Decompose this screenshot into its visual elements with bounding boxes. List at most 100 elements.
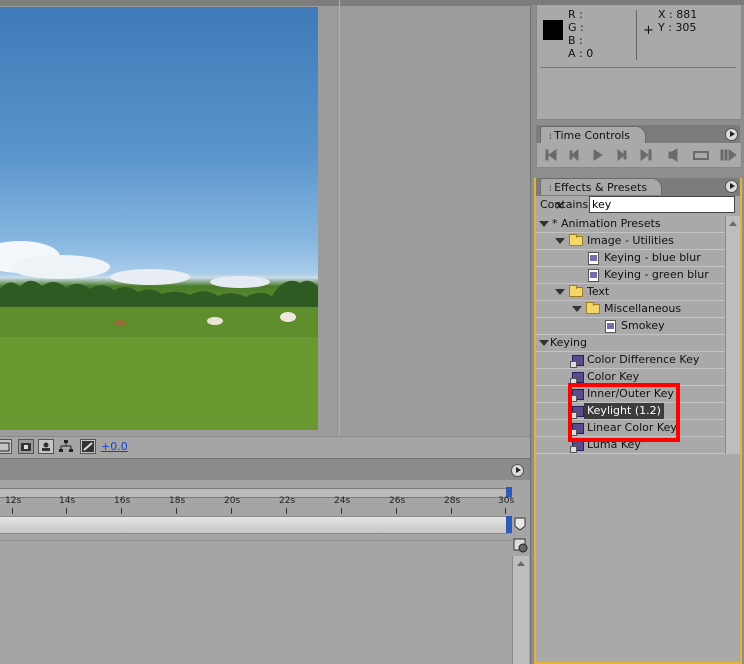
info-divider-horizontal: [540, 67, 736, 68]
first-frame-button[interactable]: [545, 149, 557, 161]
tick-mark: [12, 508, 13, 514]
preset-file-icon: [605, 320, 616, 333]
flowchart-button[interactable]: [58, 439, 74, 454]
info-panel-top: [530, 0, 744, 5]
time-controls-menu-icon[interactable]: [725, 128, 738, 141]
work-area-bar[interactable]: [0, 516, 511, 534]
tree-row[interactable]: Color Difference Key: [536, 352, 725, 369]
tick-mark: [396, 508, 397, 514]
preset-file-icon: [588, 252, 599, 265]
tick-mark: [66, 508, 67, 514]
timeline-panel-menu-icon[interactable]: [511, 464, 524, 477]
audio-button[interactable]: [668, 148, 678, 162]
tree-row-label: Image - Utilities: [587, 234, 674, 247]
composition-icon: [513, 538, 528, 553]
effect-icon: [570, 372, 584, 385]
tick-mark: [231, 508, 232, 514]
scroll-up-icon[interactable]: [513, 556, 529, 570]
time-ruler[interactable]: 12s 14s 16s 18s 20s 22s 24s 26s 28s 30s: [0, 496, 514, 514]
tree-row-label: Color Difference Key: [587, 353, 700, 366]
tree-row-label: * Animation Presets: [552, 217, 661, 230]
work-area-end-handle[interactable]: [506, 516, 512, 533]
timeline-scrollbar[interactable]: [512, 556, 529, 664]
tab-effects-presets[interactable]: ⁞ Effects & Presets ×: [540, 178, 662, 212]
tree-row[interactable]: Keying - blue blur: [536, 250, 725, 267]
time-controls-buttons: [545, 148, 737, 162]
tick-label: 26s: [389, 496, 406, 506]
blue-value: B :: [568, 34, 583, 47]
tree-row[interactable]: Keying - green blur: [536, 267, 725, 284]
toggle-transparency-grid-button[interactable]: [0, 439, 12, 454]
tab-time-controls-label: Time Controls: [554, 129, 631, 142]
tick-mark: [451, 508, 452, 514]
landscape-image: [0, 241, 318, 430]
play-button[interactable]: [593, 149, 603, 161]
info-divider: [636, 10, 637, 60]
timeline-header: [0, 458, 530, 481]
tick-mark: [176, 508, 177, 514]
scroll-up-icon[interactable]: [726, 216, 740, 230]
tree-row-label: Keying: [550, 336, 587, 349]
tick-label: 12s: [5, 496, 22, 506]
exposure-value[interactable]: +0.0: [101, 440, 128, 453]
expand-triangle-icon[interactable]: [539, 221, 549, 227]
tree-row[interactable]: Smokey: [536, 318, 725, 335]
tree-row-label: Text: [587, 285, 610, 298]
tree-row[interactable]: Keying: [536, 335, 725, 352]
folder-icon: [569, 285, 583, 297]
tick-label: 14s: [59, 496, 76, 506]
preset-file-icon: [588, 269, 599, 282]
tick-label: 18s: [169, 496, 186, 506]
x-coordinate: X : 881: [658, 8, 698, 21]
effects-list-scrollbar[interactable]: [725, 216, 740, 454]
tab-effects-presets-label: Effects & Presets: [554, 181, 648, 194]
next-frame-button[interactable]: [617, 148, 627, 162]
tick-label: 28s: [444, 496, 461, 506]
effect-icon: [570, 355, 584, 368]
show-snapshot-button[interactable]: [38, 439, 54, 454]
expand-triangle-icon[interactable]: [555, 289, 565, 295]
tree-row[interactable]: Text: [536, 284, 725, 301]
previous-frame-button[interactable]: [569, 148, 579, 162]
fast-preview-button[interactable]: [80, 439, 96, 454]
green-value: G :: [568, 21, 584, 34]
tree-row[interactable]: Image - Utilities: [536, 233, 725, 250]
effects-panel-menu-icon[interactable]: [725, 180, 738, 193]
effects-search-input[interactable]: [589, 196, 735, 213]
tree-row-label: Miscellaneous: [604, 302, 682, 315]
alpha-value: A : 0: [568, 47, 594, 60]
expand-triangle-icon[interactable]: [572, 306, 582, 312]
expand-triangle-icon[interactable]: [555, 238, 565, 244]
tree-row-label: Keying - green blur: [604, 268, 709, 281]
viewer-toolbar: +0.0: [0, 436, 530, 457]
ram-preview-button[interactable]: [720, 149, 737, 161]
exposure-icon: [82, 441, 94, 452]
flowchart-icon: [59, 440, 73, 452]
tree-row[interactable]: Miscellaneous: [536, 301, 725, 318]
snapshot-button[interactable]: [18, 439, 34, 454]
grid-icon: [0, 442, 10, 452]
guide-line[interactable]: [339, 0, 340, 436]
composition-image: [0, 7, 318, 430]
last-frame-button[interactable]: [640, 149, 652, 161]
tick-mark: [341, 508, 342, 514]
folder-icon: [586, 302, 600, 314]
tick-mark: [121, 508, 122, 514]
comp-button[interactable]: [513, 538, 529, 554]
camera-icon: [21, 443, 31, 451]
tick-mark: [505, 508, 506, 514]
info-panel: [536, 0, 742, 120]
current-time-indicator[interactable]: [514, 517, 526, 531]
tick-label: 16s: [114, 496, 131, 506]
tick-label: 22s: [279, 496, 296, 506]
red-value: R :: [568, 8, 583, 21]
expand-triangle-icon[interactable]: [539, 340, 549, 346]
viewer-top-strip: [0, 0, 530, 6]
tree-row[interactable]: * Animation Presets: [536, 216, 725, 233]
cti-marker-icon: [514, 517, 526, 531]
color-swatch: [543, 20, 563, 40]
y-coordinate: Y : 305: [658, 21, 697, 34]
contains-label: Contains:: [540, 198, 592, 211]
tab-time-controls[interactable]: ⁞ Time Controls: [540, 126, 646, 143]
loop-button[interactable]: [693, 151, 709, 160]
